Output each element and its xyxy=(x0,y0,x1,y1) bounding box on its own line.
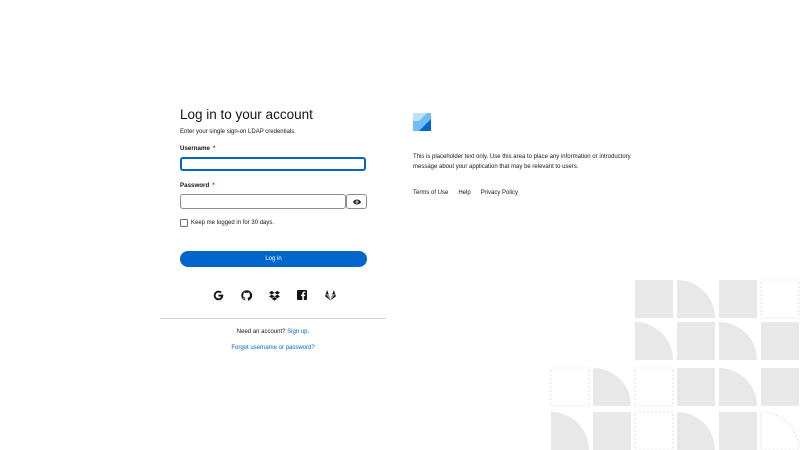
username-input[interactable] xyxy=(180,157,366,171)
facebook-icon xyxy=(297,290,307,300)
dropbox-icon xyxy=(268,290,280,301)
sign-up-link[interactable]: Sign up. xyxy=(287,329,309,335)
github-icon xyxy=(240,289,252,301)
login-button[interactable]: Log in xyxy=(180,251,367,267)
username-required-marker: * xyxy=(212,145,216,152)
sign-up-line: Need an account? Sign up. xyxy=(236,329,310,335)
privacy-policy-link[interactable]: Privacy Policy xyxy=(481,190,518,196)
github-login-button[interactable] xyxy=(239,288,253,302)
dropbox-login-button[interactable] xyxy=(267,288,281,302)
divider xyxy=(160,318,386,319)
eye-icon xyxy=(352,199,361,204)
page-title: Log in to your account xyxy=(180,107,313,122)
google-icon xyxy=(213,290,223,300)
google-login-button[interactable] xyxy=(211,288,225,302)
keep-logged-in-checkbox[interactable] xyxy=(180,219,188,227)
brand-logo-icon xyxy=(413,113,431,131)
login-subtitle: Enter your single sign-on LDAP credentia… xyxy=(180,129,296,135)
show-password-button[interactable] xyxy=(346,194,367,209)
password-input[interactable] xyxy=(180,194,346,209)
gitlab-login-button[interactable] xyxy=(323,288,337,302)
forgot-credentials-link[interactable]: Forgot username or password? xyxy=(231,345,314,351)
forgot-line: Forgot username or password? xyxy=(160,345,386,351)
gitlab-icon xyxy=(324,289,336,300)
info-placeholder-text: This is placeholder text only. Use this … xyxy=(413,154,631,170)
terms-of-use-link[interactable]: Terms of Use xyxy=(413,190,448,196)
keep-logged-in-row[interactable]: Keep me logged in for 30 days. xyxy=(180,219,274,227)
facebook-login-button[interactable] xyxy=(295,288,309,302)
info-links: Terms of Use Help Privacy Policy xyxy=(413,190,528,196)
help-link[interactable]: Help xyxy=(458,190,470,196)
username-label: Username * xyxy=(180,145,216,152)
keep-logged-in-label: Keep me logged in for 30 days. xyxy=(191,220,275,226)
social-login-row xyxy=(211,288,337,302)
password-label: Password * xyxy=(180,182,215,189)
password-required-marker: * xyxy=(212,182,215,189)
background-pattern xyxy=(550,279,800,450)
